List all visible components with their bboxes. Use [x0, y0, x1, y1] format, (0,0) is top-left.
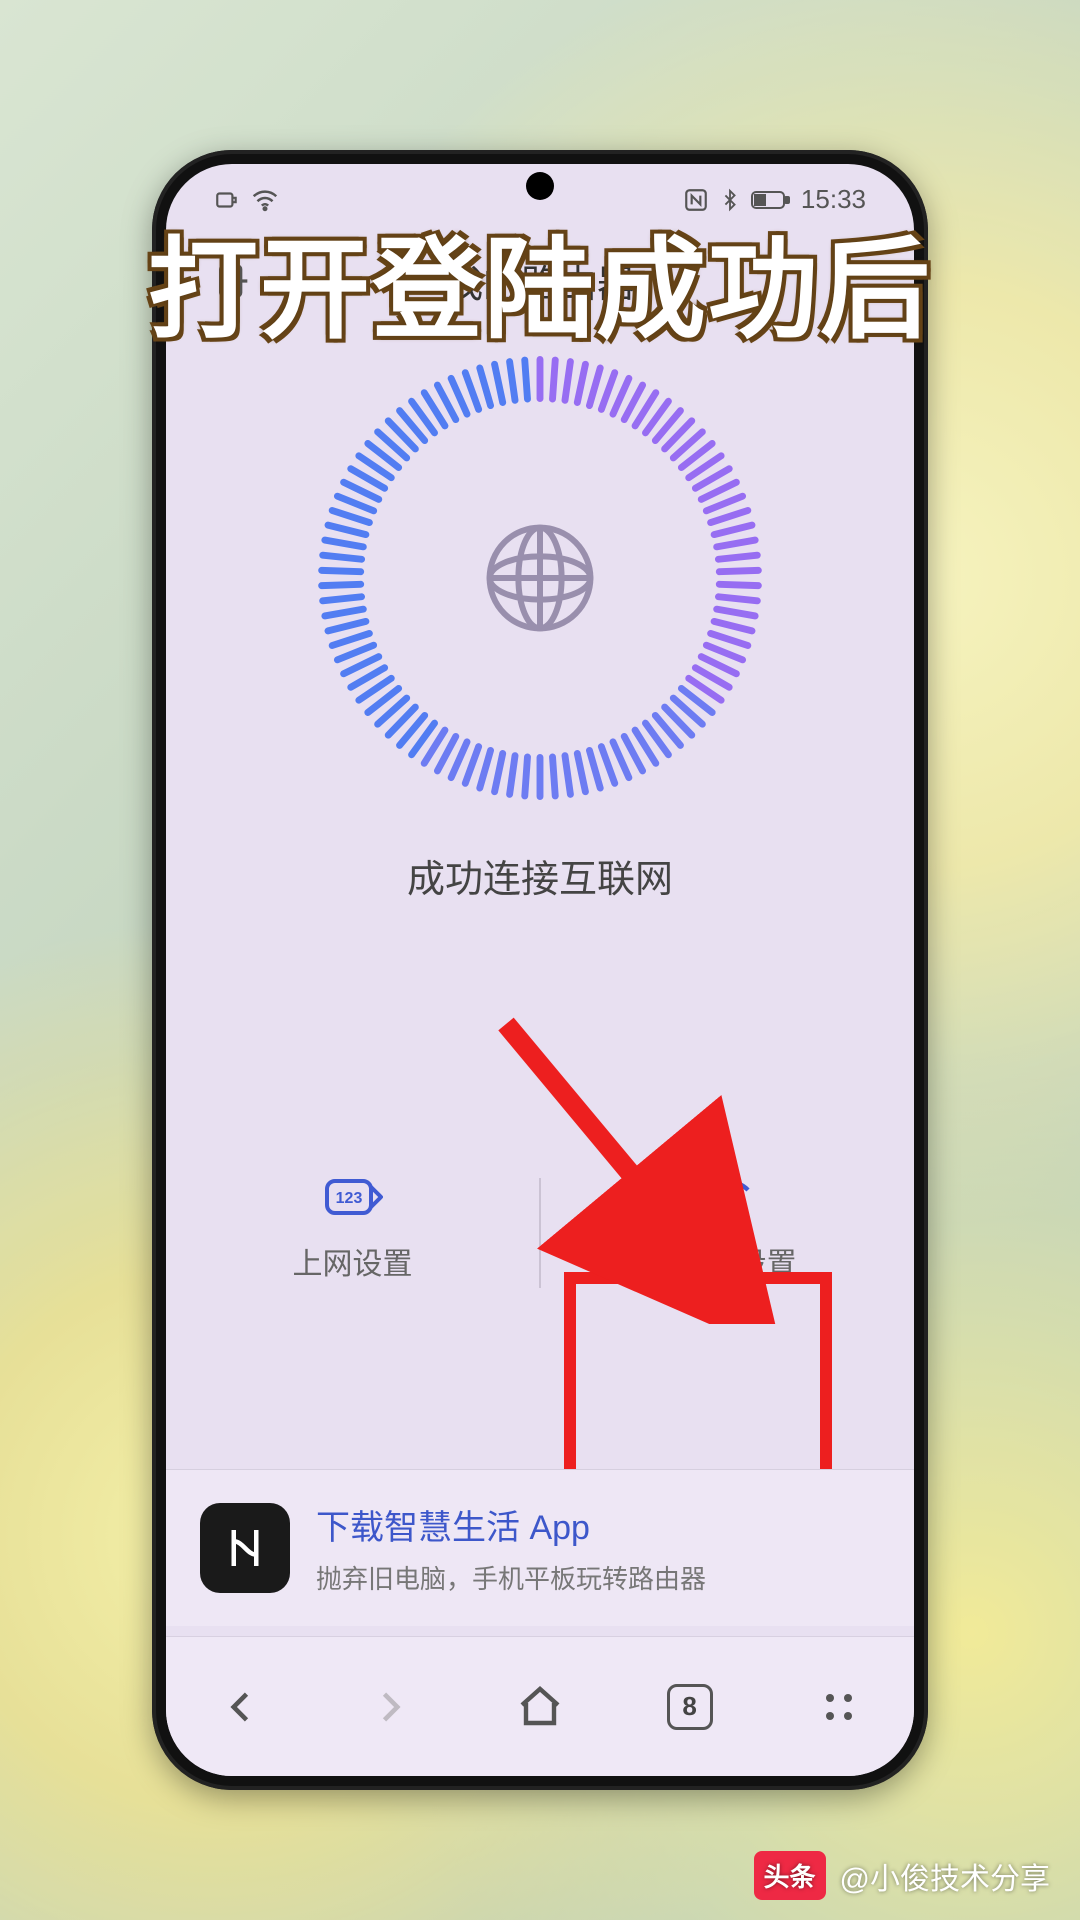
phone-screen: 15:33 我的路由器 [166, 164, 914, 1776]
app-icon [200, 1503, 290, 1593]
promo-subtitle: 抛弃旧电脑，手机平板玩转路由器 [316, 1559, 706, 1596]
browser-tabs-button[interactable]: 8 [658, 1675, 722, 1739]
browser-menu-button[interactable] [807, 1675, 871, 1739]
pointer-arrow [476, 1004, 796, 1324]
browser-home-button[interactable] [508, 1675, 572, 1739]
connection-status-text: 成功连接互联网 [407, 848, 673, 903]
dial-pad-icon: 123 [323, 1173, 383, 1221]
browser-back-button[interactable] [209, 1675, 273, 1739]
watermark: 头条 @小俊技术分享 [754, 1851, 1050, 1900]
browser-toolbar: 8 [166, 1636, 914, 1776]
svg-text:123: 123 [335, 1190, 362, 1207]
promo-title: 下载智慧生活 App [316, 1500, 706, 1549]
phone-frame: 15:33 我的路由器 [152, 150, 928, 1790]
video-frame: 打开登陆成功后 [0, 0, 1080, 1920]
watermark-author: @小俊技术分享 [840, 1854, 1050, 1898]
app-download-banner[interactable]: 下载智慧生活 App 抛弃旧电脑，手机平板玩转路由器 [166, 1469, 914, 1626]
connection-status-panel: 成功连接互联网 [166, 348, 914, 903]
status-dial [310, 348, 770, 808]
front-camera [526, 172, 554, 200]
internet-settings-label: 上网设置 [293, 1239, 413, 1283]
watermark-badge: 头条 [754, 1851, 826, 1900]
instruction-caption: 打开登陆成功后 [0, 200, 1080, 360]
globe-icon [480, 518, 600, 638]
browser-forward-button[interactable] [358, 1675, 422, 1739]
tab-count: 8 [667, 1684, 713, 1730]
